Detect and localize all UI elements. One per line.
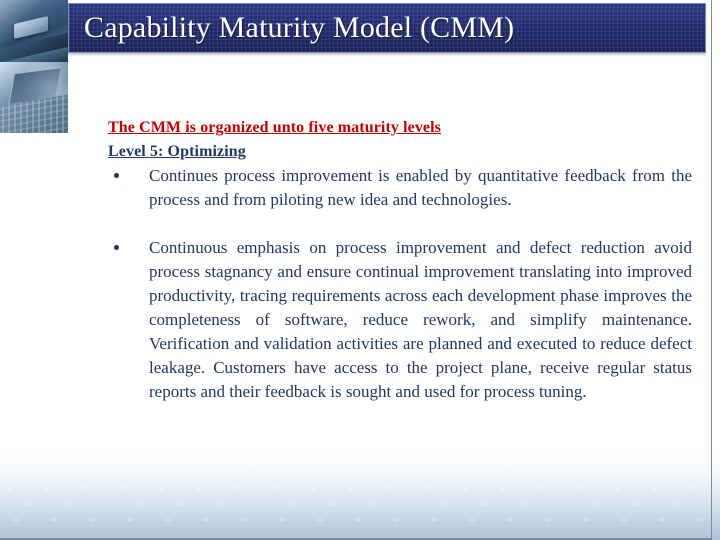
frame-right-border xyxy=(711,0,712,540)
slide-title: Capability Maturity Model (CMM) xyxy=(84,11,515,44)
laptop-photo xyxy=(0,62,68,133)
slide-title-bar: Capability Maturity Model (CMM) xyxy=(68,3,706,53)
slide: Capability Maturity Model (CMM) The CMM … xyxy=(0,0,720,540)
bullet-dot-icon xyxy=(114,173,119,179)
bullet-item: Continuous emphasis on process improveme… xyxy=(108,236,692,404)
left-decorative-images xyxy=(0,0,68,133)
bullet-dot-icon xyxy=(114,245,119,251)
bottom-keyboard-texture xyxy=(0,480,720,538)
bullet-text: Continues process improvement is enabled… xyxy=(149,166,692,210)
bullet-list: Continues process improvement is enabled… xyxy=(108,164,692,404)
level-heading: Level 5: Optimizing xyxy=(108,142,246,160)
bullet-item: Continues process improvement is enabled… xyxy=(108,164,692,212)
slide-content: The CMM is organized unto five maturity … xyxy=(108,116,692,404)
keyboard-key-photo xyxy=(0,0,68,62)
lead-heading: The CMM is organized unto five maturity … xyxy=(108,119,441,136)
bullet-text: Continuous emphasis on process improveme… xyxy=(149,238,692,402)
